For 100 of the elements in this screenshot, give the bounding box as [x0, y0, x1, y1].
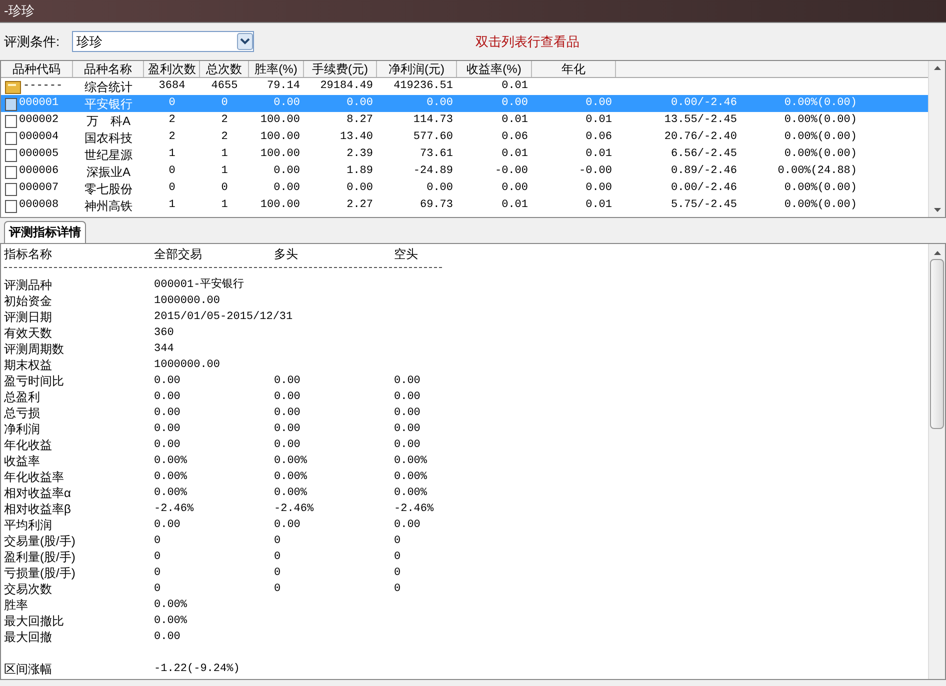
column-header[interactable]: 品种名称 [73, 61, 144, 77]
metric-value: 360 [154, 326, 174, 341]
column-header[interactable]: 净利润(元) [377, 61, 457, 77]
table-cell-text: 0.00%(0.00) [784, 96, 857, 112]
table-cell-text: 0.00 [274, 181, 300, 196]
metric-label: 交易量(股/手) [4, 533, 76, 550]
column-header[interactable]: 手续费(元) [304, 61, 377, 77]
scrollbar[interactable] [928, 244, 945, 679]
table-cell-text: 0.01 [502, 147, 528, 162]
metric-value: 0.00 [154, 406, 182, 421]
column-header[interactable]: 盈利次数 [144, 61, 200, 77]
metric-label: 净利润 [4, 421, 41, 438]
table-cell-text: 0.01 [586, 147, 612, 162]
tab[interactable]: 评测指标详情 [4, 221, 86, 243]
table-cell-text: 4655 [211, 79, 238, 94]
table-cell-text: 577.60 [413, 130, 453, 146]
table-cell-text: 2.27 [346, 198, 373, 214]
scroll-up-icon[interactable] [934, 66, 940, 70]
document-icon [5, 96, 17, 110]
column-header[interactable]: 收益率(%) [457, 61, 532, 77]
table-cell-text: 2 [168, 130, 176, 146]
table-cell-text: 000008 [19, 198, 59, 214]
table-cell-text: 13.40 [340, 130, 373, 146]
scroll-down-icon[interactable] [934, 208, 940, 212]
column-header[interactable]: 品种代码 [1, 61, 73, 77]
metric-value: 0.00% [154, 614, 188, 629]
metric-value: -1.22(-9.24%) [154, 662, 240, 677]
table-cell-text: 神州高铁 [84, 198, 132, 214]
table-cell-text: 0.00 [502, 181, 528, 196]
table-cell-text: 29184.49 [320, 79, 373, 94]
metric-value: 0.00 [274, 406, 302, 421]
column-header: 指标名称 [4, 246, 53, 263]
metric-label: 评测周期数 [4, 341, 65, 358]
table-cell-text: 3684 [158, 79, 186, 94]
table-cell-text: 2.39 [346, 147, 373, 162]
metric-value: 0.00% [274, 454, 308, 469]
metric-value: 0.00 [274, 422, 302, 437]
metric-value: 0 [394, 582, 402, 597]
metric-label: 相对收益率β [4, 501, 72, 518]
table-cell-text: 100.00 [260, 198, 300, 214]
metric-label: 平均利润 [4, 517, 53, 534]
table-cell-text: 0.00%(24.88) [778, 164, 857, 180]
table-cell-text: 1.89 [346, 164, 373, 180]
document-icon [5, 164, 17, 178]
table-cell-text: 平安银行 [84, 96, 132, 112]
table-cell-text: 000001 [19, 96, 59, 112]
metric-label: 最大回撤 [4, 629, 53, 646]
table-cell-text: 5.75/-2.45 [670, 198, 737, 214]
table-cell-text: 6.56/-2.45 [670, 147, 737, 162]
table-cell-text: 0.00%(0.00) [784, 130, 857, 146]
table-cell-text: 零七股份 [84, 180, 132, 198]
metric-value: 0.00% [154, 454, 188, 469]
table-cell-text: 100.00 [260, 130, 300, 146]
table-cell-text: 0 [221, 181, 228, 196]
table-cell-text: 2 [221, 113, 228, 128]
table-cell-text: 0.00 [586, 96, 612, 112]
table-cell-text: 0 [168, 96, 176, 112]
column-header[interactable]: 总次数 [200, 61, 249, 77]
condition-dropdown[interactable]: 珍珍 [72, 31, 254, 52]
table-cell-text: 0.00 [274, 164, 300, 180]
table-cell-text: 0.00 [586, 181, 612, 196]
table-cell-text: 0.00%(0.00) [784, 181, 857, 196]
table-cell-text: -0.00 [494, 164, 528, 180]
metric-value: 0.00 [274, 518, 302, 533]
table-cell-text: 0.00%(0.00) [784, 198, 857, 214]
table-cell-text: 0.06 [502, 130, 528, 146]
table-cell-text: -0.00 [578, 164, 612, 180]
metric-value: 0.00% [394, 470, 428, 485]
column-header[interactable]: 年化 [532, 61, 616, 77]
metric-label: 区间涨幅 [4, 661, 53, 678]
table-cell-text: 0 [168, 181, 176, 196]
table-cell-text: 13.55/-2.45 [664, 113, 737, 128]
metric-value: 1000000.00 [154, 358, 220, 373]
scroll-up-icon[interactable] [934, 251, 940, 255]
metric-value: 1000000.00 [154, 294, 220, 309]
table-cell-text: 0.00/-2.46 [670, 181, 737, 196]
scrollbar-thumb[interactable] [930, 259, 944, 429]
metric-value: 0 [154, 534, 162, 549]
table-cell-text: 0.01 [502, 198, 528, 214]
table-cell-text: 419236.51 [394, 79, 453, 94]
table-cell-text: 2 [221, 130, 228, 146]
scrollbar[interactable] [928, 61, 945, 217]
metric-value: 000001-平安银行 [154, 276, 244, 293]
condition-label: 评测条件: [4, 32, 60, 51]
metric-label: 盈利量(股/手) [4, 549, 76, 566]
table-cell-text: 000004 [19, 130, 59, 146]
metric-value: 0.00 [154, 390, 182, 405]
column-header[interactable]: 胜率(%) [249, 61, 304, 77]
metric-label: 胜率 [4, 597, 29, 614]
column-header: 全部交易 [154, 246, 203, 263]
metric-value: 0.00% [274, 486, 308, 501]
table-cell-text: 8.27 [346, 113, 373, 128]
table-cell-text: 0.89/-2.46 [670, 164, 737, 180]
metric-value: 344 [154, 342, 174, 357]
table-cell-text: 0.01 [502, 79, 528, 94]
table-cell-text: 0.00%(0.00) [784, 113, 857, 128]
metric-value: 0 [154, 550, 162, 565]
metric-value: 2015/01/05-2015/12/31 [154, 310, 293, 325]
metric-label: 收益率 [4, 453, 41, 470]
metric-value: 0.00 [394, 390, 422, 405]
